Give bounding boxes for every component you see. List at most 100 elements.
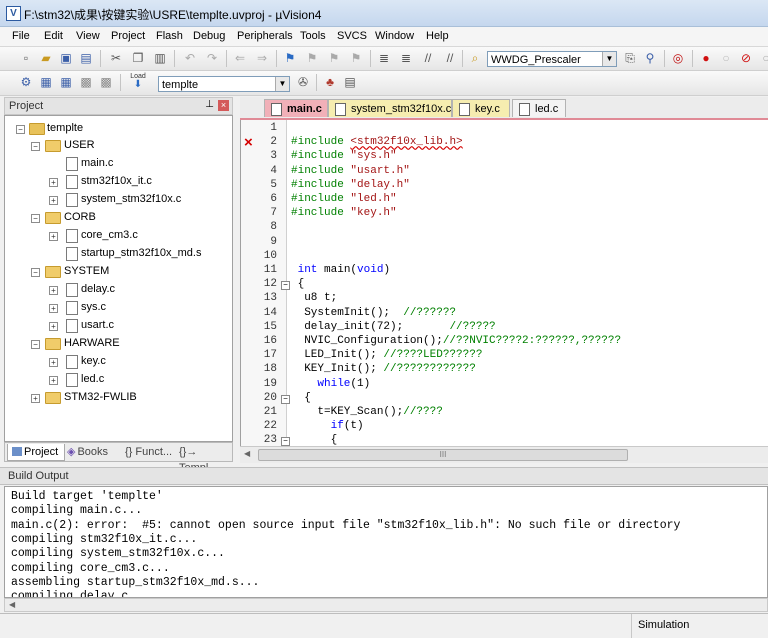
scroll-thumb[interactable]: III — [258, 449, 628, 461]
code-line[interactable]: { — [291, 434, 338, 446]
new-file-icon[interactable]: ▫ — [18, 51, 34, 66]
open-folder-icon[interactable]: ▰ — [38, 51, 54, 66]
fold-icon[interactable]: − — [281, 437, 290, 446]
editor-hscrollbar[interactable]: ◀ III — [240, 446, 768, 463]
batch-build-icon[interactable]: ▩ — [78, 75, 94, 90]
code-line[interactable]: if(t) — [291, 420, 364, 432]
incremental-find-icon[interactable]: ⚲ — [642, 51, 658, 66]
copy-icon[interactable]: ❐ — [130, 51, 146, 66]
undo-icon[interactable]: ↶ — [182, 51, 198, 66]
build-icon[interactable]: ▦ — [38, 75, 54, 90]
menu-project[interactable]: Project — [111, 30, 145, 42]
code-line[interactable]: #include "delay.h" — [291, 179, 410, 191]
expand-icon[interactable]: + — [49, 376, 58, 385]
kill-breakpoints-icon[interactable]: ⊘ — [738, 51, 754, 66]
tab-books[interactable]: ◈ Books — [67, 444, 121, 460]
uncomment-icon[interactable]: // — [442, 51, 458, 66]
tab-functions[interactable]: {} Funct... — [125, 444, 179, 460]
bookmark-icon[interactable]: ⚑ — [282, 51, 298, 66]
expand-icon[interactable]: + — [49, 232, 58, 241]
tab-led-c[interactable]: led.c — [512, 99, 566, 117]
target-combo[interactable]: templte ▼ — [158, 76, 290, 92]
collapse-icon[interactable]: − — [31, 214, 40, 223]
rebuild-icon[interactable]: ▦ — [58, 75, 74, 90]
collapse-icon[interactable]: − — [31, 268, 40, 277]
expand-icon[interactable]: + — [49, 304, 58, 313]
paste-icon[interactable]: ▥ — [152, 51, 168, 66]
menu-help[interactable]: Help — [426, 30, 449, 42]
stop-build-icon[interactable]: ▩ — [98, 75, 114, 90]
code-line[interactable]: KEY_Init(); //???????????? — [291, 363, 476, 375]
breakpoint-icon[interactable]: ● — [698, 51, 714, 66]
collapse-icon[interactable]: − — [16, 125, 25, 134]
menu-debug[interactable]: Debug — [193, 30, 225, 42]
next-bookmark-icon[interactable]: ⚑ — [326, 51, 342, 66]
indent-icon[interactable]: ≣ — [376, 51, 392, 66]
collapse-icon[interactable]: − — [31, 340, 40, 349]
breakpoint-disabled-icon[interactable]: ○ — [718, 51, 734, 66]
pin-icon[interactable]: ⊥ — [205, 99, 214, 110]
code-line[interactable]: u8 t; — [291, 292, 337, 304]
more-icon[interactable]: ○ — [758, 51, 768, 66]
expand-icon[interactable]: + — [49, 196, 58, 205]
tab-key-c[interactable]: key.c — [452, 99, 510, 117]
code-line[interactable]: SystemInit(); //?????? — [291, 307, 456, 319]
cut-icon[interactable]: ✂ — [108, 51, 124, 66]
expand-icon[interactable]: + — [49, 322, 58, 331]
comment-icon[interactable]: // — [420, 51, 436, 66]
find-in-files-icon[interactable]: ⌕ — [467, 51, 483, 66]
peripheral-combo[interactable]: WWDG_Prescaler ▼ — [487, 51, 617, 67]
code-line[interactable]: while(1) — [291, 378, 370, 390]
load-flash-icon[interactable]: Load ⬇ — [130, 73, 146, 90]
code-editor[interactable]: 1 2 3 4 5 6 7 8 9 10 11 12−13 14 15 16 17 18 19 20−21 22 23−… — [240, 120, 768, 446]
save-icon[interactable]: ▣ — [58, 51, 74, 66]
chevron-down-icon[interactable]: ▼ — [602, 52, 616, 66]
build-output-log[interactable]: Build target 'templte' compiling main.c..… — [4, 486, 768, 598]
build-output-hscrollbar[interactable]: ◀ — [4, 598, 768, 612]
code-line[interactable]: #include "led.h" — [291, 193, 397, 205]
prev-bookmark-icon[interactable]: ⚑ — [304, 51, 320, 66]
tab-templates[interactable]: {}→ Templ... — [179, 444, 235, 474]
file-extensions-icon[interactable]: ▤ — [342, 75, 358, 90]
menu-window[interactable]: Window — [375, 30, 414, 42]
redo-icon[interactable]: ↷ — [204, 51, 220, 66]
unindent-icon[interactable]: ≣ — [398, 51, 414, 66]
tab-main-c[interactable]: main.c — [264, 99, 328, 117]
expand-icon[interactable]: + — [49, 178, 58, 187]
fold-icon[interactable]: − — [281, 281, 290, 291]
tab-project[interactable]: Project — [7, 444, 65, 461]
target-options-icon[interactable]: ✇ — [295, 75, 311, 90]
manage-components-icon[interactable]: ♣ — [322, 75, 338, 90]
code-line[interactable]: NVIC_Configuration();//??NVIC????2:?????… — [291, 335, 621, 347]
menu-svcs[interactable]: SVCS — [337, 30, 367, 42]
debug-session-icon[interactable]: ◎ — [670, 51, 686, 66]
translate-icon[interactable]: ⚙ — [18, 75, 34, 90]
code-line[interactable]: delay_init(72); //????? — [291, 321, 495, 333]
menu-tools[interactable]: Tools — [300, 30, 326, 42]
code-line[interactable]: LED_Init(); //????LED?????? — [291, 349, 482, 361]
expand-icon[interactable]: + — [49, 358, 58, 367]
close-icon[interactable]: × — [218, 100, 229, 111]
menu-file[interactable]: File — [12, 30, 30, 42]
fold-icon[interactable]: − — [281, 394, 290, 404]
nav-back-icon[interactable]: ⇐ — [232, 51, 248, 66]
menu-flash[interactable]: Flash — [156, 30, 183, 42]
find-icon[interactable]: ⎘ — [622, 51, 638, 66]
expand-icon[interactable]: + — [49, 286, 58, 295]
nav-forward-icon[interactable]: ⇒ — [254, 51, 270, 66]
code-line[interactable]: t=KEY_Scan();//???? — [291, 406, 442, 418]
save-all-icon[interactable]: ▤ — [78, 51, 94, 66]
code-line[interactable]: #include "usart.h" — [291, 165, 410, 177]
code-line[interactable]: #include <stm32f10x_lib.h> — [291, 136, 463, 148]
expand-icon[interactable]: + — [31, 394, 40, 403]
code-line[interactable]: { — [291, 392, 311, 404]
code-line[interactable]: #include "key.h" — [291, 207, 397, 219]
menu-edit[interactable]: Edit — [44, 30, 63, 42]
clear-bookmarks-icon[interactable]: ⚑ — [348, 51, 364, 66]
menu-peripherals[interactable]: Peripherals — [237, 30, 293, 42]
tab-system-stm32f10x-c[interactable]: system_stm32f10x.c — [328, 99, 452, 117]
scroll-left-icon[interactable]: ◀ — [244, 449, 250, 458]
code-line[interactable]: { — [291, 278, 305, 290]
scroll-left-icon[interactable]: ◀ — [9, 600, 15, 609]
menu-view[interactable]: View — [76, 30, 100, 42]
